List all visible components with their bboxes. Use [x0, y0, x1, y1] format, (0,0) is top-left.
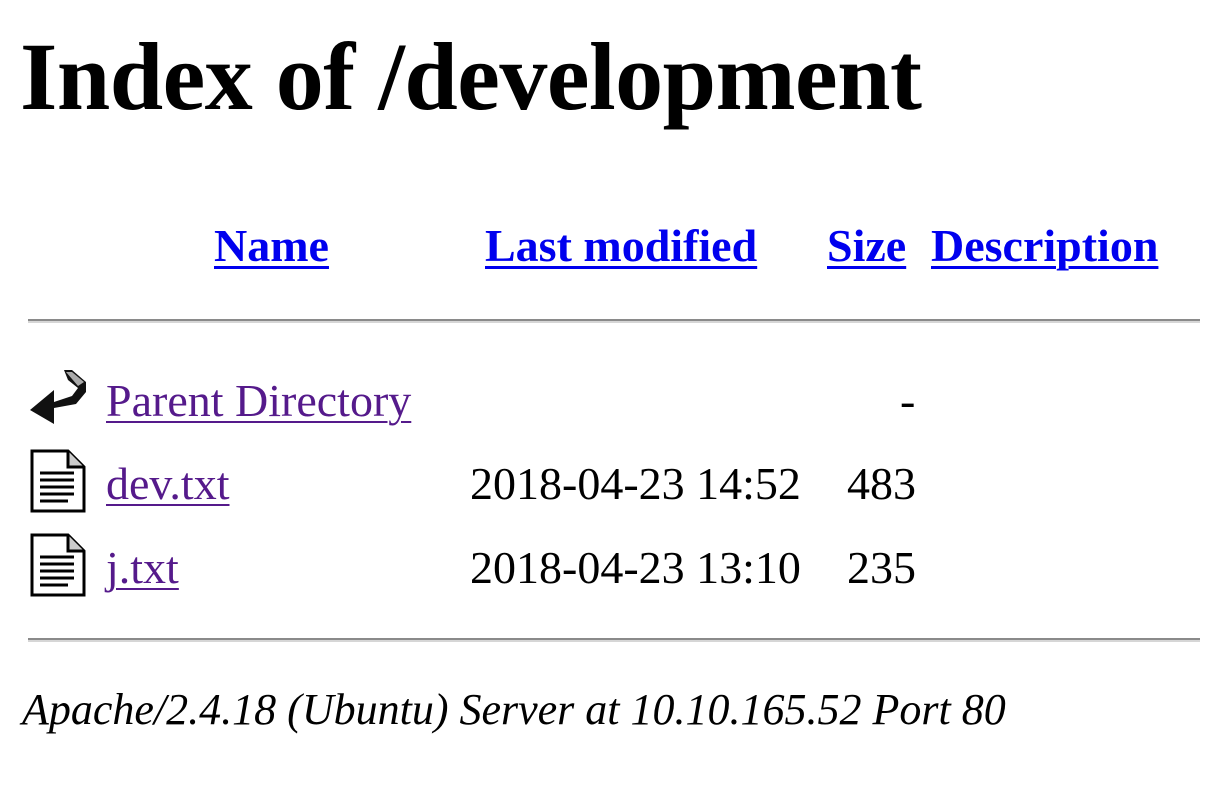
file-link[interactable]: j.txt	[106, 540, 179, 596]
file-size: 235	[847, 542, 916, 593]
file-link[interactable]: dev.txt	[106, 456, 230, 512]
column-header-size[interactable]: Size	[827, 218, 906, 274]
file-modified: 2018-04-23 13:10	[470, 542, 801, 593]
back-icon	[30, 370, 86, 424]
file-modified: 2018-04-23 14:52	[470, 458, 801, 509]
column-header-last-modified[interactable]: Last modified	[485, 218, 757, 274]
page-title: Index of /development	[20, 23, 922, 130]
file-size: 483	[847, 458, 916, 509]
file-link[interactable]: Parent Directory	[106, 373, 411, 429]
text-file-icon	[30, 533, 86, 597]
column-header-name[interactable]: Name	[214, 218, 329, 274]
server-signature: Apache/2.4.18 (Ubuntu) Server at 10.10.1…	[22, 685, 1006, 734]
header-divider	[28, 319, 1200, 323]
file-size: -	[900, 375, 916, 426]
text-file-icon	[30, 449, 86, 513]
column-header-description[interactable]: Description	[931, 218, 1158, 274]
footer-divider	[28, 638, 1200, 642]
